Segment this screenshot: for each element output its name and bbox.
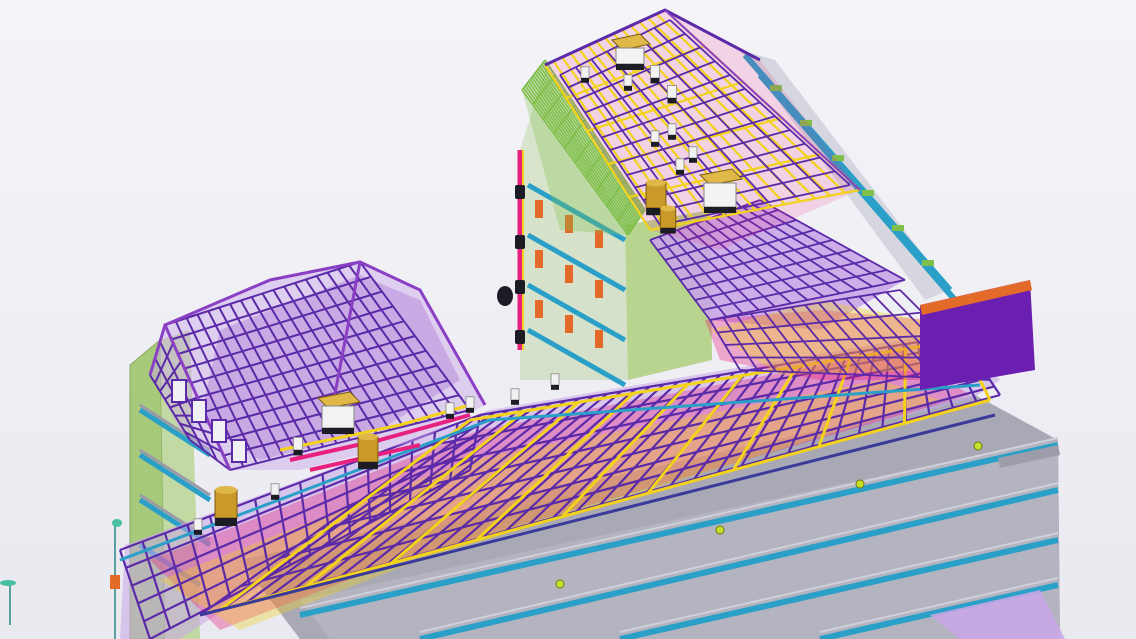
- rooftop-vent: [688, 146, 698, 163]
- rooftop-tank: [659, 205, 677, 234]
- rooftop-vent: [445, 402, 455, 419]
- rooftop-vent: [650, 130, 660, 147]
- right-tower: [497, 8, 1035, 390]
- rooftop-vent: [270, 483, 280, 500]
- rooftop-tank: [357, 433, 379, 470]
- rooftop-vent: [667, 123, 677, 140]
- rooftop-vent: [510, 388, 520, 405]
- air-handling-unit: [316, 391, 362, 434]
- rooftop-vent: [465, 396, 475, 413]
- rooftop-tank: [214, 486, 238, 526]
- rooftop-vent: [580, 66, 590, 83]
- rooftop-vent: [293, 436, 303, 456]
- air-handling-unit: [698, 168, 744, 213]
- model-viewport[interactable]: [0, 0, 1136, 639]
- rooftop-vent: [623, 74, 633, 91]
- rooftop-vent: [675, 158, 685, 175]
- rooftop-vent: [550, 373, 560, 390]
- rooftop-vent: [650, 65, 660, 84]
- street-lamps: [0, 519, 122, 639]
- building-model: [0, 8, 1065, 639]
- rooftop-vent: [193, 518, 203, 535]
- rooftop-vent: [667, 85, 677, 104]
